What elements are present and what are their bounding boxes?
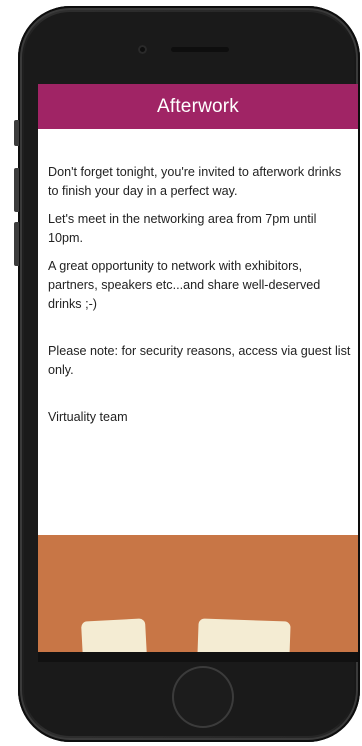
home-button[interactable] [172, 666, 234, 728]
page-title: Afterwork [156, 95, 240, 117]
message-paragraph: Let's meet in the networking area from 7… [48, 212, 317, 245]
message-paragraph: Don't forget tonight, you're invited to … [48, 165, 342, 198]
earpiece-speaker [171, 47, 229, 52]
volume-up-button [14, 168, 19, 212]
phone-screen: Afterwork Don't forget tonight, you're i… [38, 84, 358, 652]
message-body: Don't forget tonight, you're invited to … [48, 163, 353, 436]
message-signature: Virtuality team [48, 410, 128, 424]
volume-down-button [14, 222, 19, 266]
screen-bottom-edge [38, 652, 358, 662]
front-camera [138, 45, 147, 54]
mute-switch [14, 120, 19, 146]
app-header: Afterwork [38, 84, 358, 129]
event-image [38, 535, 358, 652]
message-paragraph: A great opportunity to network with exhi… [48, 259, 321, 311]
message-paragraph: Please note: for security reasons, acces… [48, 344, 351, 377]
drink-cup [197, 618, 291, 652]
drink-cup [80, 618, 148, 652]
